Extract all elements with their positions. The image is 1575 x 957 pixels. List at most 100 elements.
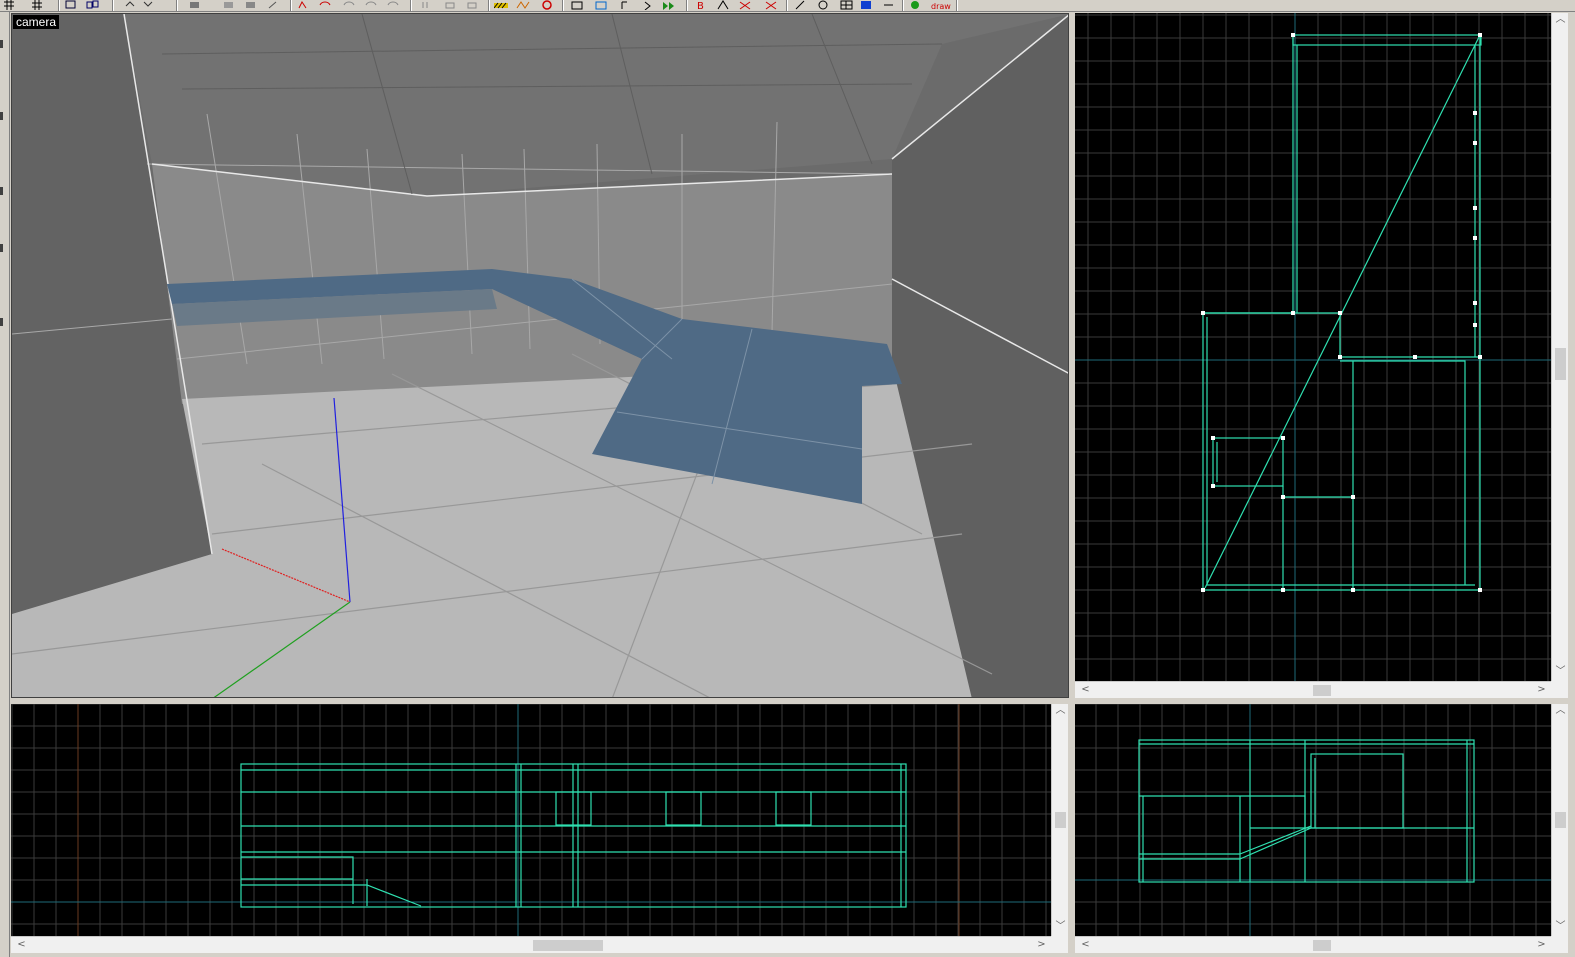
strip-marker [0,318,3,326]
front-view-hscroll[interactable]: < > [11,936,1051,953]
patch-icon[interactable] [420,0,434,10]
vertex-handle[interactable] [1478,588,1482,592]
vertex-handle[interactable] [1211,436,1215,440]
vertex-handle[interactable] [1478,355,1482,359]
vertex-handle[interactable] [1351,495,1355,499]
camera-viewport-label: camera [13,15,60,29]
vertex-handle[interactable] [1473,206,1477,210]
patch-thicken-icon[interactable] [444,0,458,10]
scroll-left-icon[interactable]: < [13,940,30,950]
radiant-editor-window: B draw camera ︿ ﹀ < > ︿ ﹀ < > ︿ ﹀ < > [0,0,1575,957]
vertex-handle[interactable] [1281,588,1285,592]
side-ortho-viewport[interactable] [1075,704,1551,936]
scroll-thumb[interactable] [1555,812,1566,828]
scroll-right-icon[interactable]: > [1533,685,1550,695]
scroll-corner [1551,681,1568,698]
flip-icon[interactable] [244,0,258,10]
toolbar-separator [488,0,490,11]
scroll-down-icon[interactable]: ﹀ [1052,922,1069,932]
scroll-down-icon[interactable]: ﹀ [1552,922,1569,932]
vertex-handle[interactable] [1291,311,1295,315]
camera-viewport[interactable]: camera [11,13,1069,698]
pencil-icon[interactable] [794,0,808,10]
vertex-handle[interactable] [1281,495,1285,499]
scroll-thumb[interactable] [1313,940,1331,951]
scroll-left-icon[interactable]: < [1077,685,1094,695]
scroll-thumb[interactable] [1313,685,1331,696]
rotate-icon[interactable] [188,0,202,10]
csg-subtract-icon[interactable] [318,0,332,10]
select-icon[interactable] [64,0,78,10]
scroll-thumb[interactable] [1555,348,1566,380]
brush-icon[interactable] [386,0,400,10]
red-tool-2-icon[interactable] [764,0,778,10]
scroll-right-icon[interactable]: > [1033,940,1050,950]
scroll-right-icon[interactable]: > [1533,940,1550,950]
scroll-corner [1051,936,1068,953]
brush-make-icon[interactable]: B [694,0,708,10]
entity-icon[interactable] [86,0,100,10]
patch-cap-icon[interactable] [466,0,480,10]
scale-icon[interactable] [222,0,236,10]
front-ortho-viewport[interactable] [11,704,1051,936]
grid-icon[interactable] [2,0,16,10]
arrow-tool-icon[interactable] [882,0,896,10]
texture-icon[interactable] [618,0,632,10]
vertex-handle[interactable] [1291,33,1295,37]
scroll-down-icon[interactable]: ﹀ [1552,667,1569,677]
vertex-handle[interactable] [1281,436,1285,440]
vertex-handle[interactable] [1473,141,1477,145]
side-view-hscroll[interactable]: < > [1075,936,1551,953]
undo-icon[interactable] [124,0,138,10]
vertex-handle[interactable] [1338,311,1342,315]
main-toolbar: B draw [0,0,1575,12]
vertex-handle[interactable] [1473,236,1477,240]
light-icon[interactable] [516,0,530,10]
top-ortho-grid [1075,13,1551,681]
front-view-vscroll[interactable]: ︿ ﹀ [1051,704,1068,936]
toolbar-separator [112,0,114,11]
side-view-vscroll[interactable]: ︿ ﹀ [1551,704,1568,936]
camera-icon[interactable] [570,0,584,10]
vertex-handle[interactable] [1478,33,1482,37]
hollow-icon[interactable] [364,0,378,10]
scroll-left-icon[interactable]: < [1077,940,1094,950]
filter-icon[interactable] [494,0,508,10]
vertex-handle[interactable] [1211,484,1215,488]
globe-icon[interactable] [816,0,830,10]
vertex-handle[interactable] [1351,588,1355,592]
top-view-vscroll[interactable]: ︿ ﹀ [1551,13,1568,681]
scroll-corner [1551,936,1568,953]
grid-toggle-icon[interactable] [840,0,854,10]
scroll-thumb[interactable] [533,940,603,951]
scroll-up-icon[interactable]: ︿ [1552,706,1569,716]
vertex-handle[interactable] [1338,355,1342,359]
texture-lock-icon[interactable] [296,0,310,10]
scroll-up-icon[interactable]: ︿ [1552,15,1569,25]
svg-text:draw: draw [931,2,951,10]
redo-icon[interactable] [142,0,156,10]
green-tool-icon[interactable] [908,0,922,10]
arrow-icon[interactable] [716,0,730,10]
scroll-up-icon[interactable]: ︿ [1052,706,1069,716]
toolbar-separator [410,0,412,11]
grid-size-icon[interactable] [30,0,44,10]
red-tool-icon[interactable] [738,0,752,10]
next-icon[interactable] [642,0,656,10]
clip-icon[interactable] [266,0,280,10]
blue-icon[interactable] [860,0,874,10]
vertex-handle[interactable] [1201,588,1205,592]
vertex-handle[interactable] [1473,323,1477,327]
view-icon[interactable] [594,0,608,10]
vertex-handle[interactable] [1473,111,1477,115]
cubic-clip-icon[interactable] [540,0,554,10]
draw-icon[interactable]: draw [930,0,954,10]
vertex-handle[interactable] [1473,301,1477,305]
scroll-thumb[interactable] [1055,812,1066,828]
vertex-handle[interactable] [1413,355,1417,359]
csg-merge-icon[interactable] [342,0,356,10]
play-icon[interactable] [662,0,676,10]
vertex-handle[interactable] [1201,311,1205,315]
top-ortho-viewport[interactable] [1075,13,1551,681]
top-view-hscroll[interactable]: < > [1075,681,1551,698]
